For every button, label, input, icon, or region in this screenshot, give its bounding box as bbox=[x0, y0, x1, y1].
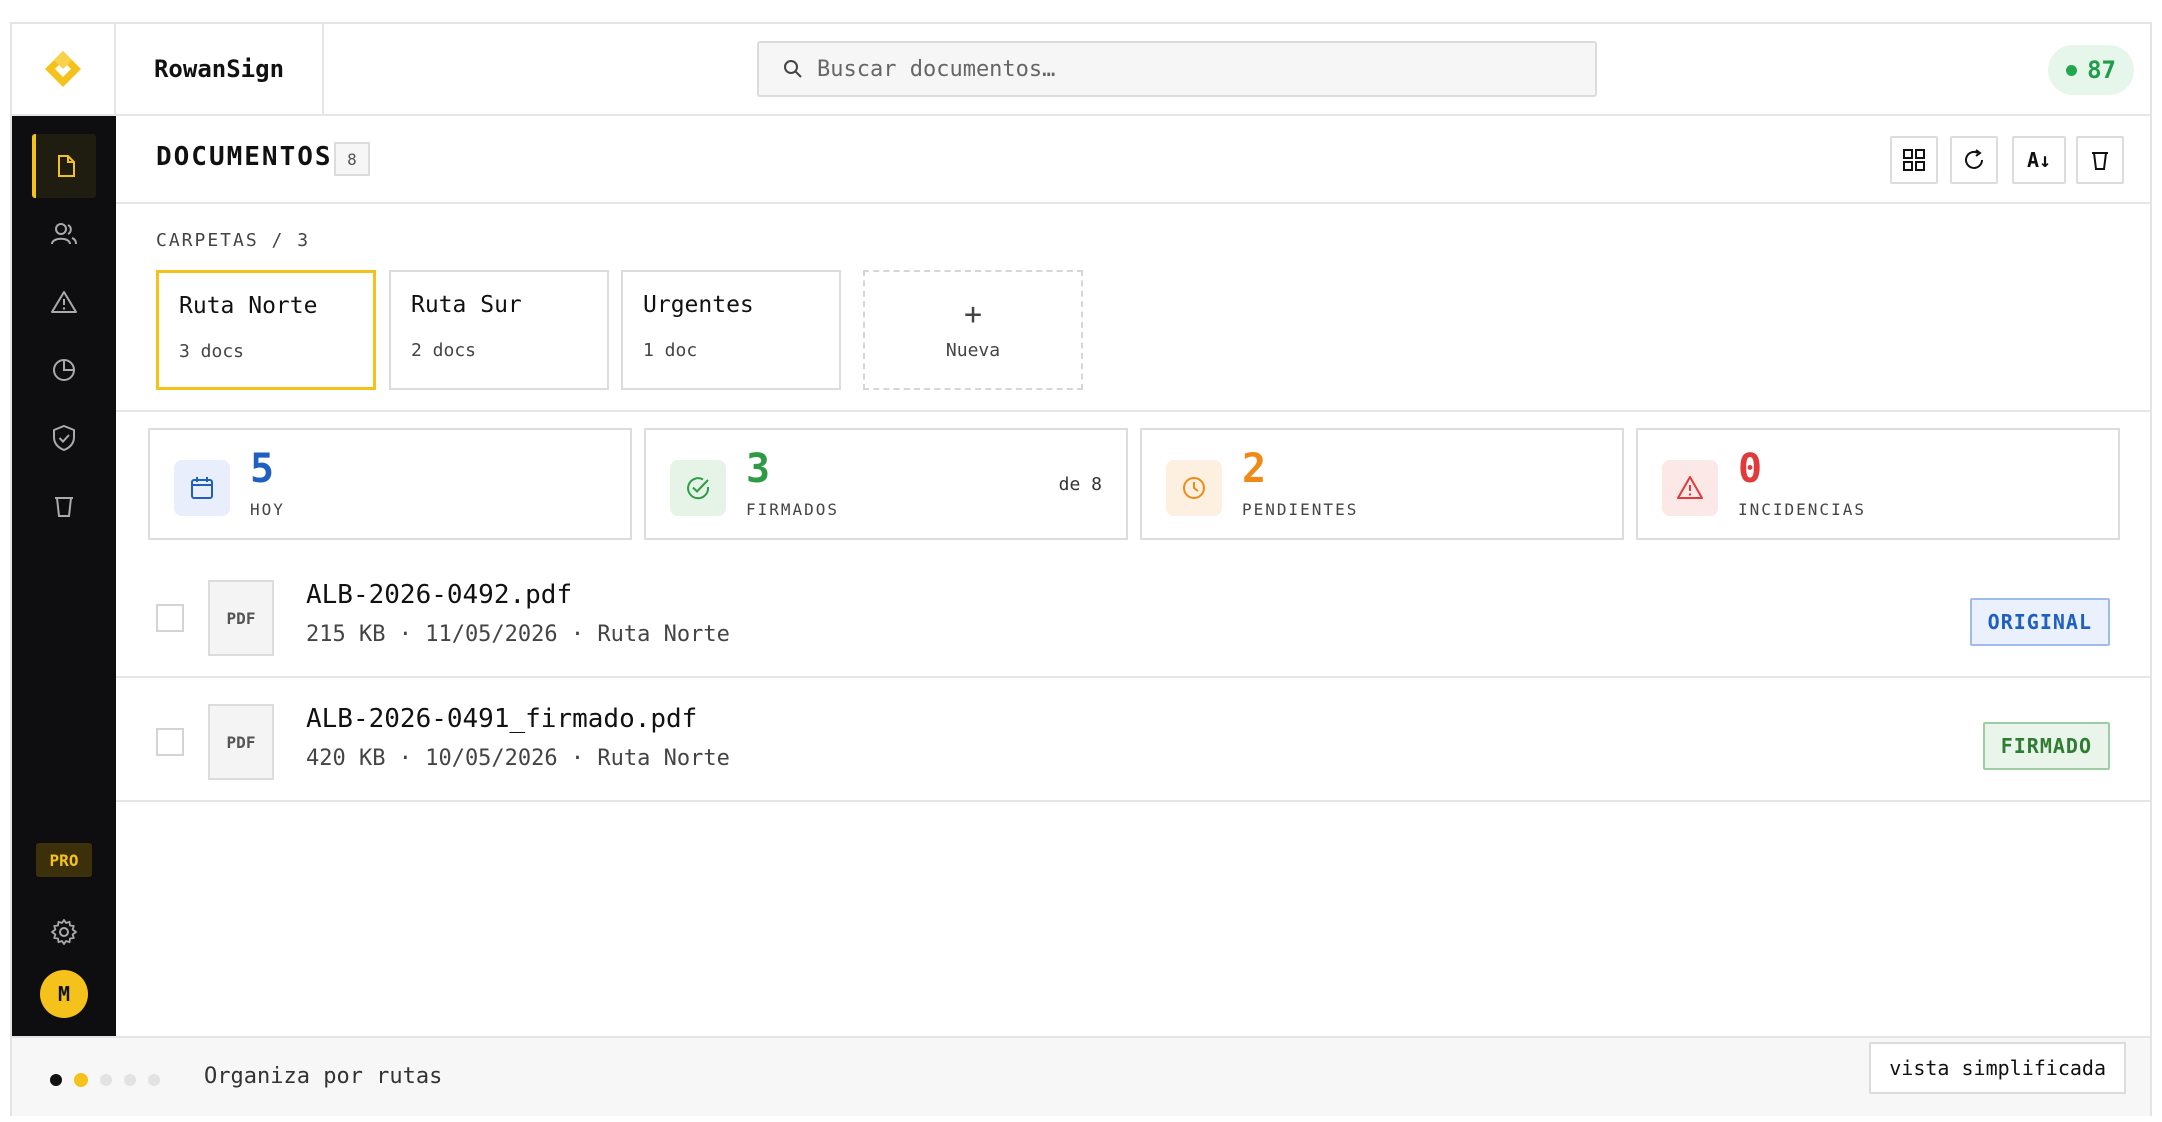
stat-label: INCIDENCIAS bbox=[1738, 500, 1866, 519]
logo[interactable] bbox=[12, 24, 116, 114]
warning-icon bbox=[1662, 460, 1718, 516]
stat-label: PENDIENTES bbox=[1242, 500, 1359, 519]
status-dot-icon bbox=[2066, 64, 2078, 76]
trash-icon bbox=[55, 497, 73, 517]
plus-icon: + bbox=[963, 296, 983, 332]
divider bbox=[116, 410, 2150, 412]
settings-button[interactable] bbox=[32, 900, 96, 964]
document-meta: 215 KB · 11/05/2026 · Ruta Norte bbox=[306, 622, 730, 647]
page-title: DOCUMENTOS bbox=[156, 142, 333, 172]
step-dot-current[interactable] bbox=[74, 1073, 88, 1087]
score-badge[interactable]: 87 bbox=[2048, 45, 2134, 95]
folders-heading: CARPETAS / 3 bbox=[156, 230, 311, 251]
grid-view-button[interactable] bbox=[1890, 136, 1938, 184]
stat-label: FIRMADOS bbox=[746, 500, 840, 519]
grid-icon bbox=[1903, 149, 1925, 171]
rowansign-logo-icon bbox=[45, 51, 81, 87]
users-icon bbox=[51, 223, 77, 245]
top-header: RowanSign 87 bbox=[12, 24, 2150, 116]
new-folder-label: Nueva bbox=[945, 339, 1001, 361]
row-checkbox[interactable] bbox=[156, 728, 184, 756]
stat-value: 2 bbox=[1242, 446, 1267, 492]
sidebar-item-alerts[interactable] bbox=[32, 270, 96, 334]
warning-icon bbox=[51, 291, 77, 313]
sidebar-item-security[interactable] bbox=[32, 406, 96, 470]
shield-check-icon bbox=[53, 424, 75, 452]
stat-label: HOY bbox=[250, 500, 285, 519]
sidebar-item-reports[interactable] bbox=[32, 338, 96, 402]
status-badge: FIRMADO bbox=[1982, 722, 2110, 770]
pdf-file-icon: PDF bbox=[208, 580, 274, 656]
simple-view-button[interactable]: vista simplificada bbox=[1869, 1042, 2126, 1094]
stat-card-signed[interactable]: 3 FIRMADOS de 8 bbox=[644, 428, 1128, 540]
table-row[interactable]: PDF ALB-2026-0491_firmado.pdf 420 KB · 1… bbox=[116, 680, 2150, 802]
table-row[interactable]: PDF ALB-2026-0492.pdf 215 KB · 11/05/202… bbox=[116, 556, 2150, 678]
pie-chart-icon bbox=[53, 359, 75, 381]
onboarding-steps bbox=[50, 1073, 160, 1087]
search-input[interactable] bbox=[817, 56, 1577, 82]
sort-button[interactable]: A↓ bbox=[2012, 136, 2066, 184]
document-name: ALB-2026-0491_firmado.pdf bbox=[306, 704, 698, 734]
folder-name: Ruta Sur bbox=[411, 292, 522, 318]
check-circle-icon bbox=[670, 460, 726, 516]
onboarding-tip: Organiza por rutas bbox=[204, 1064, 443, 1089]
sort-az-icon: A↓ bbox=[2026, 148, 2052, 172]
stat-total: de 8 bbox=[1058, 474, 1102, 495]
pdf-file-icon: PDF bbox=[208, 704, 274, 780]
refresh-icon bbox=[1965, 149, 1983, 169]
sidebar: PRO M bbox=[12, 116, 116, 1036]
avatar[interactable]: M bbox=[40, 970, 88, 1018]
folder-card[interactable]: Ruta Sur 2 docs bbox=[389, 270, 609, 390]
stat-card-incidents[interactable]: 0 INCIDENCIAS bbox=[1636, 428, 2120, 540]
document-icon bbox=[58, 155, 75, 177]
search-bar[interactable] bbox=[757, 41, 1597, 97]
folder-name: Ruta Norte bbox=[179, 293, 318, 319]
clock-icon bbox=[1166, 460, 1222, 516]
step-dot[interactable] bbox=[148, 1074, 160, 1086]
folder-card[interactable]: Ruta Norte 3 docs bbox=[156, 270, 376, 390]
step-dot[interactable] bbox=[124, 1074, 136, 1086]
main-content: DOCUMENTOS 8 A↓ CARPETAS / 3 Ruta Norte … bbox=[116, 116, 2150, 1036]
folder-count: 2 docs bbox=[411, 340, 477, 361]
sidebar-item-documents[interactable] bbox=[32, 134, 96, 198]
search-icon bbox=[784, 60, 802, 78]
footer-bar: Organiza por rutas vista simplificada bbox=[12, 1036, 2150, 1116]
stat-value: 0 bbox=[1738, 446, 1763, 492]
status-badge: ORIGINAL bbox=[1969, 598, 2110, 646]
stat-card-pending[interactable]: 2 PENDIENTES bbox=[1140, 428, 1624, 540]
app-name: RowanSign bbox=[116, 24, 324, 114]
folder-name: Urgentes bbox=[643, 292, 754, 318]
stat-value: 5 bbox=[250, 446, 275, 492]
stat-value: 3 bbox=[746, 446, 771, 492]
document-meta: 420 KB · 10/05/2026 · Ruta Norte bbox=[306, 746, 730, 771]
gear-icon bbox=[51, 919, 77, 945]
refresh-button[interactable] bbox=[1950, 136, 1998, 184]
document-count-badge: 8 bbox=[334, 142, 370, 176]
sidebar-item-trash[interactable] bbox=[32, 474, 96, 538]
folder-card[interactable]: Urgentes 1 doc bbox=[621, 270, 841, 390]
folder-count: 3 docs bbox=[179, 341, 245, 362]
score-value: 87 bbox=[2087, 56, 2116, 84]
step-dot[interactable] bbox=[100, 1074, 112, 1086]
step-dot[interactable] bbox=[50, 1074, 62, 1086]
title-bar: DOCUMENTOS 8 A↓ bbox=[116, 116, 2150, 204]
calendar-icon bbox=[174, 460, 230, 516]
sidebar-item-users[interactable] bbox=[32, 202, 96, 266]
trash-icon bbox=[2092, 152, 2108, 170]
pro-badge: PRO bbox=[36, 843, 92, 877]
app-window: RowanSign 87 bbox=[10, 22, 2152, 1116]
stat-card-today[interactable]: 5 HOY bbox=[148, 428, 632, 540]
new-folder-button[interactable]: + Nueva bbox=[863, 270, 1083, 390]
delete-button[interactable] bbox=[2076, 136, 2124, 184]
folder-count: 1 doc bbox=[643, 340, 698, 361]
document-name: ALB-2026-0492.pdf bbox=[306, 580, 573, 610]
row-checkbox[interactable] bbox=[156, 604, 184, 632]
